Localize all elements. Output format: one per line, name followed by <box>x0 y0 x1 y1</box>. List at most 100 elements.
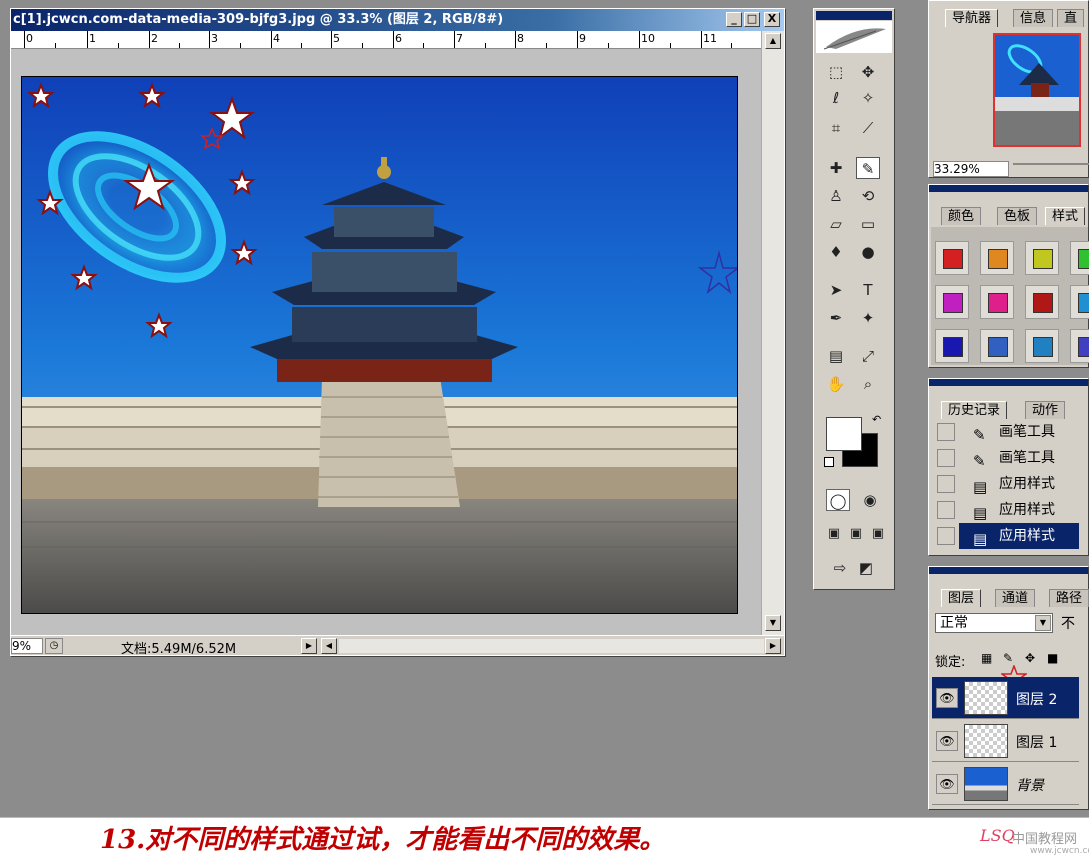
document-title[interactable]: c[1].jcwcn.com-data-media-309-bjfg3.jpg … <box>11 9 784 31</box>
navigator-preview[interactable] <box>993 33 1081 147</box>
scroll-up-button[interactable]: ▲ <box>765 33 781 49</box>
screen-mode-1-icon[interactable]: ▣ <box>822 523 846 545</box>
status-menu-button[interactable]: ▶ <box>301 638 317 654</box>
blend-mode-select[interactable]: 正常 ▼ <box>935 613 1053 633</box>
tab-styles[interactable]: 样式 <box>1045 207 1086 225</box>
tab-paths[interactable]: 路径 <box>1049 589 1089 607</box>
styles-panel-title[interactable] <box>929 185 1088 192</box>
maximize-button[interactable]: □ <box>744 12 760 27</box>
tab-history[interactable]: 历史记录 <box>941 401 1008 419</box>
type-icon[interactable]: T <box>856 279 880 301</box>
imageready-icon[interactable]: ◩ <box>854 557 878 579</box>
navigator-panel: 导航器 信息 直 33.29% <box>928 0 1089 178</box>
history-panel-title[interactable] <box>929 379 1088 386</box>
scroll-down-button[interactable]: ▼ <box>765 615 781 631</box>
style-swatch[interactable] <box>980 241 1014 275</box>
gradient-icon[interactable]: ▭ <box>856 213 880 235</box>
vertical-scrollbar[interactable]: ▲ ▼ <box>761 31 784 635</box>
history-item[interactable]: ▤ 应用样式 <box>937 471 1077 497</box>
history-checkbox[interactable] <box>937 423 955 441</box>
scroll-left-button[interactable]: ◀ <box>321 638 337 654</box>
history-item[interactable]: ✎ 画笔工具 <box>937 445 1077 471</box>
layers-panel-title[interactable] <box>929 567 1088 574</box>
history-item[interactable]: ▤ 应用样式 <box>937 497 1077 523</box>
history-checkbox[interactable] <box>937 475 955 493</box>
eye-icon[interactable]: 👁 <box>936 774 958 794</box>
style-swatch[interactable] <box>1070 285 1089 319</box>
custom-shape-icon[interactable]: ✦ <box>856 307 880 329</box>
history-item[interactable]: ▤ 应用样式 <box>937 523 1079 549</box>
eraser-icon[interactable]: ▱ <box>824 213 848 235</box>
lock-paint-icon[interactable]: ✎ <box>1003 651 1013 665</box>
dodge-icon[interactable]: ● <box>856 241 880 263</box>
lasso-icon[interactable]: ℓ <box>824 87 848 109</box>
clock-icon[interactable]: ◷ <box>45 638 63 654</box>
pen-icon[interactable]: ✒ <box>824 307 848 329</box>
lock-all-icon[interactable]: ■ <box>1047 651 1058 665</box>
crop-icon[interactable]: ⌗ <box>824 117 848 139</box>
style-swatch[interactable] <box>935 285 969 319</box>
style-swatch[interactable] <box>980 285 1014 319</box>
history-checkbox[interactable] <box>937 527 955 545</box>
tab-info[interactable]: 信息 <box>1013 9 1054 27</box>
style-swatch[interactable] <box>980 329 1014 363</box>
lock-move-icon[interactable]: ✥ <box>1025 651 1035 665</box>
foreground-color-swatch[interactable] <box>826 417 862 451</box>
marquee-icon[interactable]: ⬚ <box>824 61 848 83</box>
eyedropper-icon[interactable]: ⤢ <box>856 345 880 367</box>
history-brush-icon[interactable]: ⟲ <box>856 185 880 207</box>
zoom-icon[interactable]: ⌕ <box>856 373 880 395</box>
tab-navigator[interactable]: 导航器 <box>945 9 999 27</box>
jump-to-imageready-icon[interactable]: ⇨ <box>828 557 852 579</box>
chevron-down-icon[interactable]: ▼ <box>1035 615 1051 631</box>
magic-wand-icon[interactable]: ✧ <box>856 87 880 109</box>
quick-mask-icon[interactable]: ◉ <box>858 489 882 511</box>
zoom-field[interactable]: 9% <box>11 638 43 654</box>
style-swatch[interactable] <box>1025 329 1059 363</box>
navigator-zoom-field[interactable]: 33.29% <box>933 161 1009 177</box>
screen-mode-3-icon[interactable]: ▣ <box>866 523 890 545</box>
style-swatch[interactable] <box>1070 329 1089 363</box>
notes-icon[interactable]: ▤ <box>824 345 848 367</box>
history-checkbox[interactable] <box>937 501 955 519</box>
tab-channels[interactable]: 通道 <box>995 589 1036 607</box>
default-colors-icon[interactable] <box>824 457 834 467</box>
slice-icon[interactable]: ⟋ <box>856 117 880 139</box>
style-swatch[interactable] <box>1070 241 1089 275</box>
screen-mode-2-icon[interactable]: ▣ <box>844 523 868 545</box>
move-icon[interactable]: ✥ <box>856 61 880 83</box>
scroll-right-button[interactable]: ▶ <box>765 638 781 654</box>
canvas-image[interactable] <box>21 76 738 614</box>
hand-icon[interactable]: ✋ <box>824 373 848 395</box>
style-swatch[interactable] <box>1025 241 1059 275</box>
feather-icon[interactable] <box>816 21 892 53</box>
blur-icon[interactable]: ♦ <box>824 241 848 263</box>
toolbox-title[interactable] <box>816 11 892 20</box>
layer-row[interactable]: 👁 背景 <box>932 763 1079 805</box>
minimize-button[interactable]: _ <box>726 12 742 27</box>
eye-icon[interactable]: 👁 <box>936 688 958 708</box>
horizontal-scrollbar[interactable] <box>339 639 764 653</box>
style-swatch[interactable] <box>1025 285 1059 319</box>
standard-mode-icon[interactable]: ◯ <box>826 489 850 511</box>
layer-row[interactable]: 👁 图层 1 <box>932 720 1079 762</box>
layer-row[interactable]: 👁 图层 2 <box>932 677 1079 719</box>
history-checkbox[interactable] <box>937 449 955 467</box>
close-button[interactable]: X <box>764 12 780 27</box>
style-swatch[interactable] <box>935 329 969 363</box>
path-selection-icon[interactable]: ➤ <box>824 279 848 301</box>
navigator-zoom-slider[interactable] <box>1013 163 1089 175</box>
tab-actions[interactable]: 动作 <box>1025 401 1066 419</box>
tab-color[interactable]: 颜色 <box>941 207 982 225</box>
history-item[interactable]: ✎ 画笔工具 <box>937 419 1077 445</box>
tab-layers[interactable]: 图层 <box>941 589 982 607</box>
tab-swatches[interactable]: 色板 <box>997 207 1038 225</box>
swap-colors-icon[interactable]: ↶ <box>872 413 881 426</box>
style-swatch[interactable] <box>935 241 969 275</box>
clone-stamp-icon[interactable]: ♙ <box>824 185 848 207</box>
lock-transparency-icon[interactable]: ▦ <box>981 651 992 665</box>
brush-icon[interactable]: ✎ <box>856 157 880 179</box>
eye-icon[interactable]: 👁 <box>936 731 958 751</box>
healing-brush-icon[interactable]: ✚ <box>824 157 848 179</box>
tab-histogram[interactable]: 直 <box>1057 9 1085 27</box>
